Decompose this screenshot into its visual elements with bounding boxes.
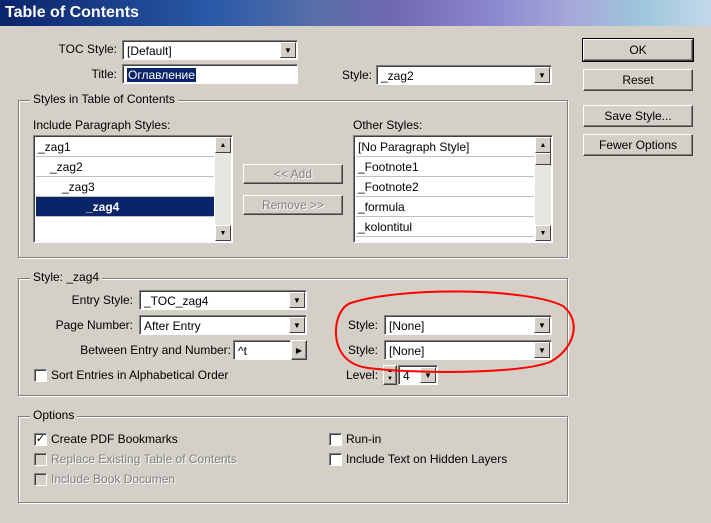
sort-checkbox[interactable] [34,369,47,382]
title-label: Title: [91,67,117,81]
reset-button[interactable]: Reset [583,69,693,91]
fewer-options-button[interactable]: Fewer Options [583,134,693,156]
other-list-scrollbar[interactable]: ▲ ▼ [535,137,551,241]
list-item[interactable]: _zag2 [36,157,214,177]
run-in-label: Run-in [346,432,382,446]
entry-style-value: _TOC_zag4 [144,294,209,308]
replace-existing-checkbox[interactable] [34,453,47,466]
options-group-label: Options [30,408,78,422]
between-entry-value: ^t [238,344,247,358]
styles-in-toc-label: Styles in Table of Contents [30,92,178,106]
list-item[interactable]: _Footnote2 [356,177,534,197]
include-book-label: Include Book Documen [51,472,176,486]
between-entry-input[interactable]: ^t [233,340,291,360]
scroll-thumb[interactable] [535,153,551,165]
chevron-down-icon[interactable]: ▼ [289,317,305,333]
replace-existing-label: Replace Existing Table of Contents [51,452,237,466]
list-item[interactable]: _zag1 [36,137,214,157]
list-item-selected[interactable]: _zag4 [36,197,214,217]
list-item[interactable]: [No Paragraph Style] [356,137,534,157]
page-number-value: After Entry [144,319,201,333]
create-pdf-label: Create PDF Bookmarks [51,432,178,446]
chevron-down-icon[interactable]: ▼ [289,292,305,308]
other-styles-label: Other Styles: [353,118,423,132]
arrow-up-icon[interactable]: ▲ [215,137,231,153]
remove-button[interactable]: Remove >> [243,195,343,215]
hidden-layers-checkbox[interactable] [329,453,342,466]
other-styles-list[interactable]: [No Paragraph Style] _Footnote1 _Footnot… [353,135,553,243]
include-list-scrollbar[interactable]: ▲ ▼ [215,137,231,241]
add-button[interactable]: << Add [243,164,343,184]
save-style-button[interactable]: Save Style... [583,105,693,127]
hidden-layers-label: Include Text on Hidden Layers [346,452,508,466]
entry-style-group-label: Style: _zag4 [30,270,103,284]
title-value: Оглавление [127,68,196,82]
entry-style-label: Entry Style: [71,293,133,307]
include-book-checkbox[interactable] [34,473,47,486]
title-style-label: Style: [342,68,373,82]
title-bar[interactable]: Table of Contents [0,0,711,26]
title-style-value: _zag2 [381,69,414,83]
list-item[interactable]: _formula [356,197,534,217]
include-styles-list[interactable]: _zag1 _zag2 _zag3 _zag4 ▲ ▼ [33,135,233,243]
ok-button[interactable]: OK [582,38,694,62]
red-annotation-ellipse [334,290,575,373]
sort-label: Sort Entries in Alphabetical Order [51,368,229,382]
chevron-down-icon[interactable]: ▼ [280,42,296,58]
create-pdf-checkbox[interactable]: ✓ [34,433,47,446]
list-item[interactable]: _zag3 [36,177,214,197]
entry-style-dropdown[interactable]: _TOC_zag4 ▼ [139,290,307,310]
page-number-dropdown[interactable]: After Entry ▼ [139,315,307,335]
include-styles-label: Include Paragraph Styles: [33,118,171,132]
arrow-up-icon[interactable]: ▲ [535,137,551,153]
page-number-label: Page Number: [55,318,133,332]
run-in-checkbox[interactable] [329,433,342,446]
toc-style-label: TOC Style: [58,42,117,56]
insert-special-button[interactable]: ▶ [291,340,307,360]
arrow-right-icon: ▶ [295,345,303,355]
toc-style-dropdown[interactable]: [Default] ▼ [122,40,298,60]
window-title: Table of Contents [5,4,139,21]
title-style-dropdown[interactable]: _zag2 ▼ [376,65,552,85]
between-entry-label: Between Entry and Number: [80,343,231,357]
arrow-down-icon[interactable]: ▼ [215,225,231,241]
check-icon: ✓ [35,433,46,445]
list-item[interactable]: _Footnote1 [356,157,534,177]
toc-style-value: [Default] [127,44,172,58]
title-input[interactable]: Оглавление [122,64,298,84]
arrow-down-icon[interactable]: ▼ [535,225,551,241]
list-item[interactable]: _kolontitul [356,217,534,237]
chevron-down-icon[interactable]: ▼ [534,67,550,83]
